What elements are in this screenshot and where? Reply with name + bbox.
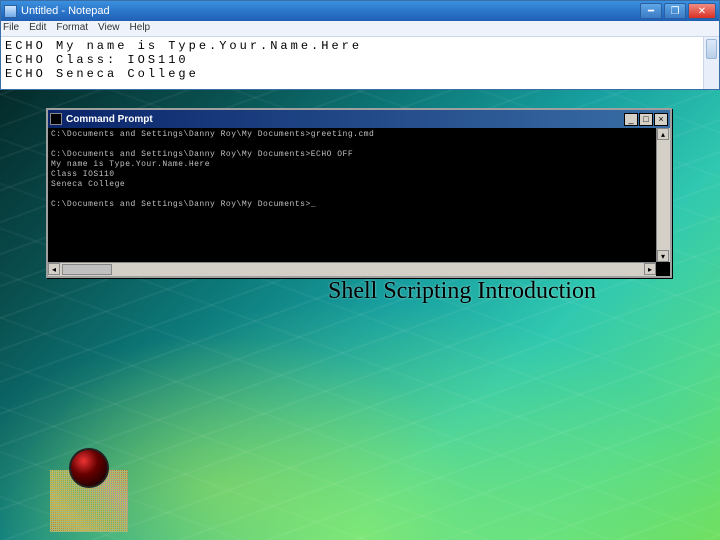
scrollbar-thumb[interactable] — [62, 264, 112, 275]
slide-title: Shell Scripting Introduction — [328, 278, 596, 305]
cmd-vertical-scrollbar[interactable]: ▴ ▾ — [656, 128, 670, 262]
maximize-button[interactable]: ❐ — [664, 3, 686, 19]
cmd-line: C:\Documents and Settings\Danny Roy\My D… — [51, 130, 374, 139]
cmd-horizontal-scrollbar[interactable]: ◂ ▸ — [48, 262, 656, 276]
menu-help[interactable]: Help — [130, 22, 151, 35]
cmd-output-area[interactable]: C:\Documents and Settings\Danny Roy\My D… — [48, 128, 670, 276]
menu-edit[interactable]: Edit — [29, 22, 46, 35]
close-button[interactable]: × — [654, 113, 668, 126]
cmd-titlebar[interactable]: Command Prompt _ □ × — [48, 110, 670, 128]
notepad-title: Untitled - Notepad — [21, 5, 640, 17]
notepad-line: ECHO Seneca College — [5, 67, 199, 81]
scroll-left-icon[interactable]: ◂ — [48, 263, 60, 275]
cmd-app-icon — [50, 113, 62, 125]
minimize-button[interactable]: ━ — [640, 3, 662, 19]
cmd-line: C:\Documents and Settings\Danny Roy\My D… — [51, 150, 353, 159]
notepad-line: ECHO Class: IOS110 — [5, 53, 189, 67]
cmd-line: Seneca College — [51, 180, 125, 189]
sphere-icon — [69, 448, 109, 488]
notepad-titlebar[interactable]: Untitled - Notepad ━ ❐ ✕ — [1, 1, 719, 21]
notepad-line: ECHO My name is Type.Your.Name.Here — [5, 39, 362, 53]
menu-format[interactable]: Format — [56, 22, 88, 35]
notepad-window: Untitled - Notepad ━ ❐ ✕ File Edit Forma… — [0, 0, 720, 90]
scroll-down-icon[interactable]: ▾ — [657, 250, 669, 262]
minimize-button[interactable]: _ — [624, 113, 638, 126]
close-button[interactable]: ✕ — [688, 3, 716, 19]
scrollbar-thumb[interactable] — [706, 39, 717, 59]
notepad-menubar: File Edit Format View Help — [1, 21, 719, 37]
menu-file[interactable]: File — [3, 22, 19, 35]
notepad-vertical-scrollbar[interactable] — [703, 37, 719, 89]
decorative-graphic — [50, 448, 128, 532]
maximize-button[interactable]: □ — [639, 113, 653, 126]
scroll-right-icon[interactable]: ▸ — [644, 263, 656, 275]
scroll-up-icon[interactable]: ▴ — [657, 128, 669, 140]
notepad-text-area[interactable]: ECHO My name is Type.Your.Name.Here ECHO… — [1, 37, 719, 89]
cmd-title: Command Prompt — [66, 114, 624, 125]
notepad-app-icon — [4, 5, 17, 18]
command-prompt-window: Command Prompt _ □ × C:\Documents and Se… — [46, 108, 672, 278]
cmd-line: My name is Type.Your.Name.Here — [51, 160, 210, 169]
cmd-line: C:\Documents and Settings\Danny Roy\My D… — [51, 200, 316, 209]
cmd-line: Class IOS110 — [51, 170, 115, 179]
menu-view[interactable]: View — [98, 22, 120, 35]
